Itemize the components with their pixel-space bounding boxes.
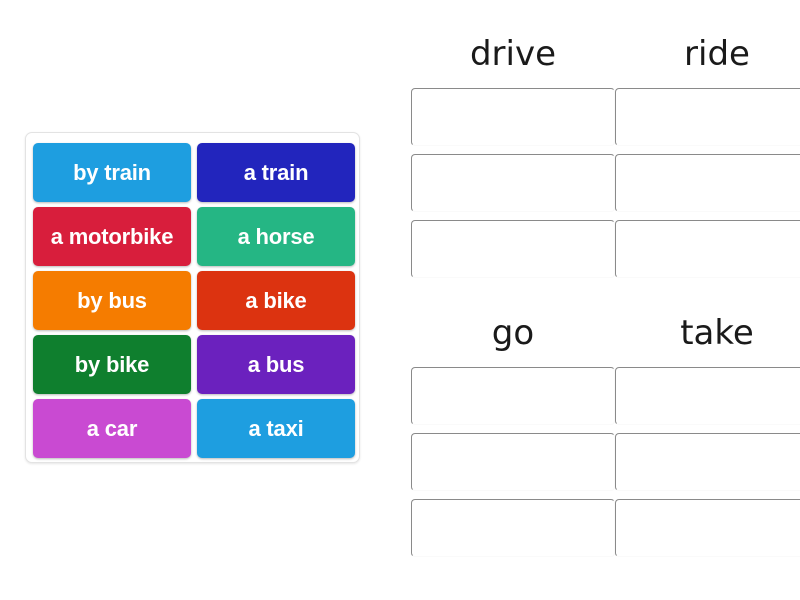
drop-slot[interactable] [615,433,800,491]
activity-stage: by train a train a motorbike a horse by … [0,0,800,600]
drop-slot[interactable] [615,154,800,212]
word-tile[interactable]: by train [33,143,191,202]
category-title: take [680,313,754,353]
category-zones: drive ride go take [386,0,800,600]
word-tile[interactable]: a car [33,399,191,458]
word-tile-tray: by train a train a motorbike a horse by … [25,132,360,463]
word-tile-label: by bus [77,287,147,313]
word-tile[interactable]: a taxi [197,399,355,458]
category-title: ride [684,34,750,74]
word-tile-label: a train [243,159,309,185]
word-tile[interactable]: by bus [33,271,191,330]
category-slot-list [411,88,615,278]
drop-slot[interactable] [411,154,615,212]
word-tile-label: by bike [74,351,150,377]
category-slot-list [615,367,800,557]
word-tile-label: a car [86,415,138,441]
word-tile[interactable]: a motorbike [33,207,191,266]
category-zone-go[interactable]: go [411,311,615,557]
category-title: go [491,313,535,353]
drop-slot[interactable] [411,433,615,491]
word-tile-label: a horse [237,223,315,249]
category-slot-list [615,88,800,278]
word-tile[interactable]: by bike [33,335,191,394]
word-tile-label: a taxi [248,415,304,441]
word-tile[interactable]: a bike [197,271,355,330]
category-zone-take[interactable]: take [615,311,800,557]
word-tile[interactable]: a horse [197,207,355,266]
word-tile[interactable]: a train [197,143,355,202]
drop-slot[interactable] [411,499,615,557]
drop-slot[interactable] [411,220,615,278]
category-slot-list [411,367,615,557]
drop-slot[interactable] [615,367,800,425]
category-zone-ride[interactable]: ride [615,32,800,278]
drop-slot[interactable] [411,367,615,425]
category-zone-drive[interactable]: drive [411,32,615,278]
drop-slot[interactable] [615,220,800,278]
drop-slot[interactable] [615,499,800,557]
word-tile-label: a motorbike [50,223,174,249]
category-title: drive [469,34,557,74]
word-tile-label: a bike [245,287,307,313]
drop-slot[interactable] [615,88,800,146]
drop-slot[interactable] [411,88,615,146]
word-tile-label: by train [73,159,151,185]
word-tile-grid: by train a train a motorbike a horse by … [33,143,355,458]
word-tile[interactable]: a bus [197,335,355,394]
word-tile-label: a bus [247,351,305,377]
